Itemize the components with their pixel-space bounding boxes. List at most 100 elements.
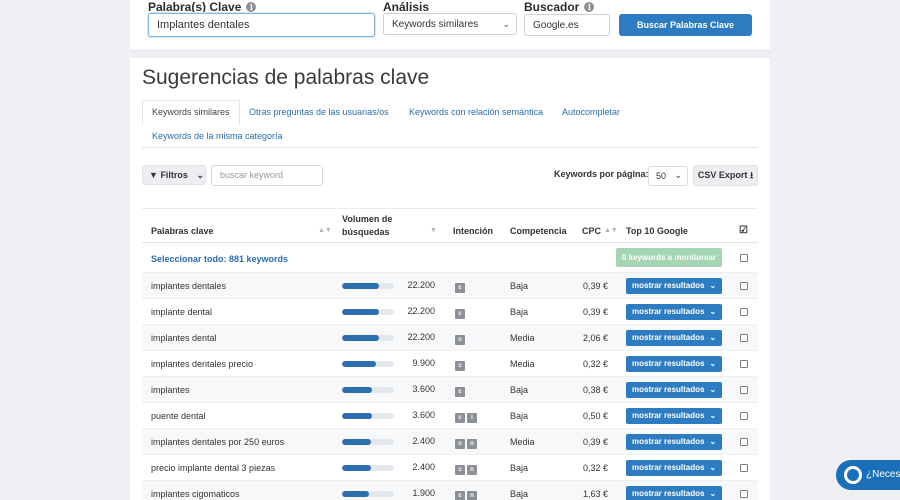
- cpc-cell: 0,39 €: [582, 437, 608, 447]
- cpc-cell: 0,32 €: [582, 359, 608, 369]
- show-results-button[interactable]: mostrar resultados ⌄: [626, 382, 722, 398]
- show-results-button[interactable]: mostrar resultados ⌄: [626, 304, 722, 320]
- info-icon[interactable]: i: [584, 2, 595, 12]
- table-row: implantes dental 22.200 c Media 2,06 € mostra…: [142, 325, 758, 351]
- row-checkbox[interactable]: [740, 282, 748, 290]
- engine-label: Buscador i: [524, 0, 595, 14]
- intent-badge: c: [455, 439, 465, 449]
- chevron-down-icon: ⌄: [709, 385, 717, 394]
- volume-bar-fill: [342, 283, 380, 289]
- show-results-label: mostrar resultados: [632, 333, 705, 342]
- intent-cell: cn: [455, 437, 479, 449]
- intent-cell: c: [455, 333, 467, 345]
- header-intent: Intención: [453, 226, 493, 236]
- lifebuoy-icon: [844, 466, 862, 484]
- per-page-select[interactable]: 50 ⌄: [648, 166, 688, 186]
- volume-bar-fill: [342, 439, 371, 445]
- sort-icon[interactable]: ▲▼: [604, 227, 618, 234]
- row-checkbox[interactable]: [740, 438, 748, 446]
- header-keyword[interactable]: Palabras clave: [151, 226, 214, 236]
- header-volume-line1: Volumen de: [342, 214, 393, 224]
- checkbox-header-icon[interactable]: ☑: [739, 225, 748, 236]
- engine-input[interactable]: Google.es: [524, 14, 610, 36]
- intent-badge: c: [455, 283, 465, 293]
- tab-autocomplete[interactable]: Autocompletar: [562, 107, 620, 117]
- volume-bar: [342, 439, 394, 445]
- filters-button[interactable]: ▼ Filtros ⌄: [142, 165, 206, 185]
- volume-bar: [342, 309, 394, 315]
- cpc-cell: 0,32 €: [582, 463, 608, 473]
- sort-icon[interactable]: ▲▼: [318, 227, 332, 234]
- show-results-button[interactable]: mostrar resultados ⌄: [626, 330, 722, 346]
- header-top10: Top 10 Google: [626, 226, 688, 236]
- row-checkbox[interactable]: [740, 464, 748, 472]
- keyword-label: Palabra(s) Clave i: [148, 0, 257, 14]
- keyword-cell: implantes cigomaticos: [151, 489, 240, 499]
- row-checkbox[interactable]: [740, 308, 748, 316]
- keyword-cell: implantes: [151, 385, 190, 395]
- volume-bar: [342, 491, 394, 497]
- keyword-filter-input[interactable]: buscar keyword: [211, 165, 323, 186]
- select-all-checkbox[interactable]: [740, 254, 748, 262]
- select-all-link[interactable]: Seleccionar todo: 881 keywords: [151, 254, 288, 264]
- help-label: ¿Necesit: [866, 469, 900, 480]
- header-cpc[interactable]: CPC: [582, 226, 601, 236]
- tab-semantic-keywords[interactable]: Keywords con relación semántica: [409, 107, 543, 117]
- competition-cell: Baja: [510, 463, 529, 473]
- cpc-cell: 0,38 €: [582, 385, 608, 395]
- filters-label: Filtros: [160, 170, 188, 180]
- row-checkbox[interactable]: [740, 334, 748, 342]
- search-keywords-button[interactable]: Buscar Palabras Clave: [619, 14, 752, 36]
- competition-cell: Baja: [510, 489, 529, 499]
- intent-cell: c: [455, 281, 467, 293]
- analysis-label: Análisis: [383, 0, 430, 14]
- suggestions-panel: Sugerencias de palabras clave Keywords s…: [130, 58, 770, 500]
- row-checkbox[interactable]: [740, 412, 748, 420]
- tab-other-questions[interactable]: Otras preguntas de las usuarias/os: [249, 107, 389, 117]
- intent-badge: c: [455, 361, 465, 371]
- tab-same-category[interactable]: Keywords de la misma categoría: [152, 131, 283, 141]
- show-results-button[interactable]: mostrar resultados ⌄: [626, 356, 722, 372]
- info-icon[interactable]: i: [246, 2, 257, 12]
- intent-badge: c: [455, 309, 465, 319]
- volume-bar: [342, 335, 394, 341]
- chevron-down-icon: ⌄: [502, 19, 510, 29]
- select-all-row: Seleccionar todo: 881 keywords 0 keyword…: [142, 243, 758, 273]
- chevron-down-icon: ⌄: [709, 489, 717, 498]
- help-chat-button[interactable]: ¿Necesit: [836, 460, 900, 490]
- keyword-input[interactable]: Implantes dentales: [148, 13, 375, 37]
- chevron-down-icon: ⌄: [709, 359, 717, 368]
- show-results-label: mostrar resultados: [632, 463, 705, 472]
- volume-cell: 2.400: [412, 462, 435, 472]
- show-results-button[interactable]: mostrar resultados ⌄: [626, 434, 722, 450]
- volume-cell: 22.200: [407, 332, 435, 342]
- row-checkbox[interactable]: [740, 360, 748, 368]
- header-volume[interactable]: Volumen de búsquedas: [342, 214, 392, 237]
- filter-icon: ▼: [149, 170, 158, 180]
- analysis-select[interactable]: Keywords similares ⌄: [383, 13, 517, 35]
- chevron-down-icon: ⌄: [196, 170, 205, 180]
- table-row: implantes dentales precio 9.900 c Media 0,32…: [142, 351, 758, 377]
- show-results-button[interactable]: mostrar resultados ⌄: [626, 460, 722, 476]
- sort-icon[interactable]: ▼: [430, 227, 437, 234]
- monitor-keywords-button[interactable]: 0 keywords a monitorear: [616, 248, 722, 267]
- volume-bar: [342, 387, 394, 393]
- page-title: Sugerencias de palabras clave: [142, 66, 430, 89]
- show-results-button[interactable]: mostrar resultados ⌄: [626, 486, 722, 500]
- row-checkbox[interactable]: [740, 490, 748, 498]
- tab-similar-keywords[interactable]: Keywords similares: [142, 100, 240, 125]
- header-competition[interactable]: Competencia: [510, 226, 567, 236]
- table-row: implantes dentales 22.200 c Baja 0,39 € mostr…: [142, 273, 758, 299]
- chevron-down-icon: ⌄: [709, 333, 717, 342]
- csv-export-button[interactable]: CSV Export ⭳: [693, 165, 758, 186]
- show-results-label: mostrar resultados: [632, 359, 705, 368]
- table-body: implantes dentales 22.200 c Baja 0,39 € mostr…: [142, 273, 758, 500]
- intent-badge: n: [467, 439, 477, 449]
- show-results-button[interactable]: mostrar resultados ⌄: [626, 408, 722, 424]
- intent-cell: c: [455, 307, 467, 319]
- intent-cell: cn: [455, 463, 479, 475]
- row-checkbox[interactable]: [740, 386, 748, 394]
- show-results-button[interactable]: mostrar resultados ⌄: [626, 278, 722, 294]
- intent-badge: c: [455, 335, 465, 345]
- volume-cell: 9.900: [412, 358, 435, 368]
